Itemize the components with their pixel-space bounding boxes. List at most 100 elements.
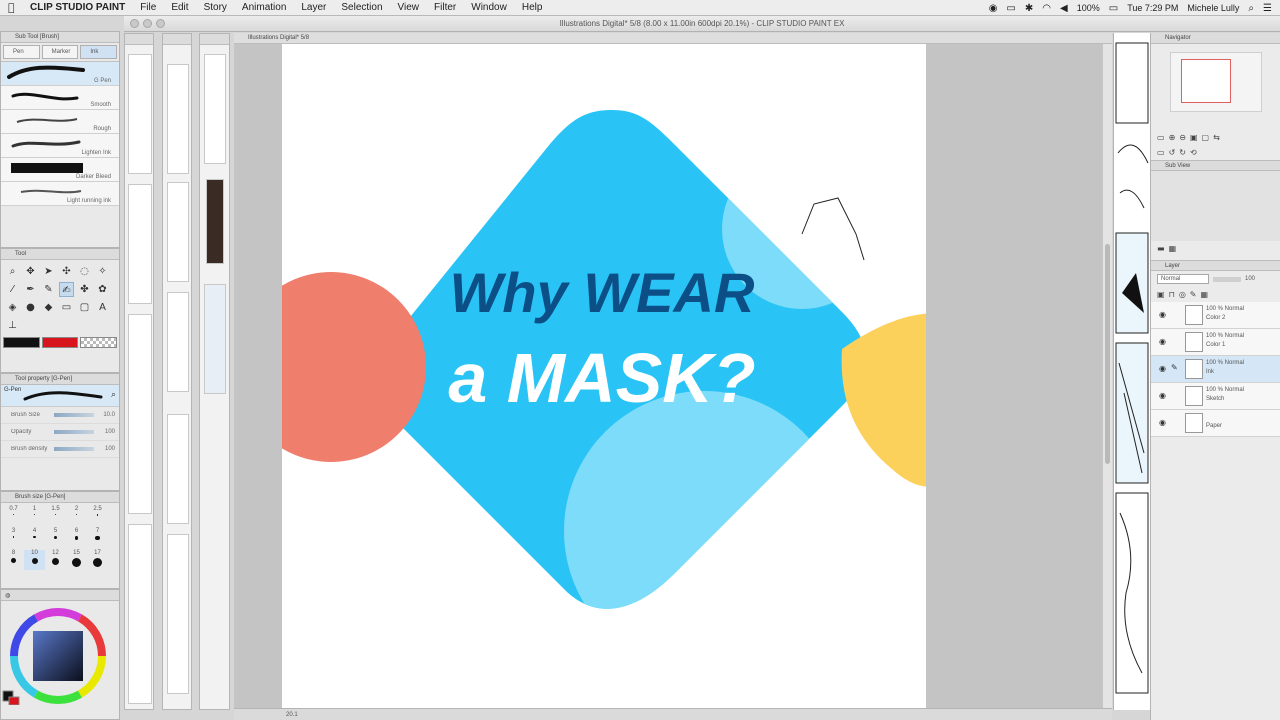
subtool-tab-ink[interactable]: Ink <box>80 45 118 59</box>
menu-animation[interactable]: Animation <box>242 2 286 13</box>
main-color-swatch[interactable] <box>3 337 40 348</box>
rotate-left-icon[interactable]: ↺ <box>1169 148 1176 157</box>
subtool-tab-marker[interactable]: Marker <box>41 45 79 59</box>
brush-item-darker-bleed[interactable]: Darker Bleed <box>1 158 119 182</box>
clock[interactable]: Tue 7:29 PM <box>1127 3 1178 13</box>
operation-tool-icon[interactable]: ➤ <box>41 264 56 279</box>
layer-row-paper[interactable]: ◉ Paper <box>1151 410 1280 437</box>
search-icon[interactable]: ⌕ <box>111 390 116 400</box>
lock-icon[interactable]: ▣ <box>1157 290 1165 299</box>
menu-layer[interactable]: Layer <box>301 2 326 13</box>
slider-track[interactable] <box>54 413 94 417</box>
close-window-button[interactable] <box>130 19 139 28</box>
brush-tool-icon[interactable]: ✍ <box>59 282 74 297</box>
navigator-preview[interactable] <box>1169 52 1262 112</box>
layer-row-color-2[interactable]: ◉ 100 % Normal Color 2 <box>1151 302 1280 329</box>
brush-item-rough[interactable]: Rough <box>1 110 119 134</box>
page-thumbnail[interactable] <box>128 54 152 174</box>
color-wheel-icon[interactable]: ◍ <box>5 592 10 599</box>
opacity-value[interactable]: 100 <box>1245 276 1255 282</box>
subtool-tab-pen[interactable]: Pen <box>3 45 40 59</box>
brush-size-cell[interactable]: 1 <box>24 506 45 526</box>
canvas-tab[interactable]: Illustrations Digital* 5/8 <box>234 33 1112 44</box>
page-thumbnail[interactable] <box>204 54 226 164</box>
layer-row-ink[interactable]: ◉ ✎ 100 % Normal Ink <box>1151 356 1280 383</box>
apple-icon[interactable]:  <box>8 1 20 14</box>
page-thumbnail[interactable] <box>206 179 224 264</box>
figure-icon[interactable]: ▢ <box>77 300 92 315</box>
brush-item-g-pen[interactable]: G Pen <box>1 62 119 86</box>
minimize-window-button[interactable] <box>143 19 152 28</box>
ruler-icon[interactable]: ⊥ <box>5 318 20 333</box>
artboard[interactable]: Why WEAR a MASK? <box>282 44 926 710</box>
zoom-slider-icon[interactable]: ▭ <box>1157 133 1165 142</box>
lasso-tool-icon[interactable]: ◌ <box>77 264 92 279</box>
brush-item-smooth[interactable]: Smooth <box>1 86 119 110</box>
brush-size-cell[interactable]: 7 <box>87 528 108 548</box>
layer-row-color-1[interactable]: ◉ 100 % Normal Color 1 <box>1151 329 1280 356</box>
clip-icon[interactable]: ⊓ <box>1169 290 1175 299</box>
battery-percent[interactable]: 100% <box>1077 3 1100 13</box>
flip-icon[interactable]: ⇆ <box>1213 133 1220 142</box>
page-thumbnail[interactable] <box>204 284 226 394</box>
menu-edit[interactable]: Edit <box>171 2 188 13</box>
brush-size-cell[interactable]: 5 <box>45 528 66 548</box>
brush-size-cell[interactable]: 10 <box>24 550 45 570</box>
brush-density-slider[interactable]: Brush density 100 <box>1 441 119 458</box>
airbrush-icon[interactable]: ✤ <box>77 282 92 297</box>
brush-size-cell[interactable]: 1.5 <box>45 506 66 526</box>
brush-item-lighten-ink[interactable]: Lighten Ink <box>1 134 119 158</box>
page-thumbnail[interactable] <box>167 534 189 694</box>
app-menu[interactable]: CLIP STUDIO PAINT <box>30 2 125 13</box>
zoom-readout[interactable]: 20.1 <box>286 712 298 718</box>
page-thumbnail[interactable] <box>167 292 189 392</box>
decoration-icon[interactable]: ✿ <box>95 282 110 297</box>
menu-help[interactable]: Help <box>522 2 543 13</box>
brush-size-cell[interactable]: 8 <box>3 550 24 570</box>
slider-value[interactable]: 100 <box>97 429 115 435</box>
zoom-out-icon[interactable]: ⊖ <box>1179 133 1186 142</box>
text-tool-icon[interactable]: A <box>95 300 110 315</box>
pencil-tool-icon[interactable]: ✎ <box>41 282 56 297</box>
layer-row-sketch[interactable]: ◉ 100 % Normal Sketch <box>1151 383 1280 410</box>
sub-view-page[interactable] <box>1113 33 1150 710</box>
brush-size-cell[interactable]: 15 <box>66 550 87 570</box>
blend-mode-select[interactable]: Normal <box>1157 274 1209 284</box>
slider-value[interactable]: 10.0 <box>97 412 115 418</box>
visibility-eye-icon[interactable]: ◉ <box>1159 310 1166 319</box>
move-tool-icon[interactable]: ✥ <box>23 264 38 279</box>
bluetooth-icon[interactable]: ✱ <box>1025 3 1033 14</box>
wifi-icon[interactable]: ◠ <box>1042 3 1051 14</box>
fit-icon[interactable]: ▣ <box>1190 133 1198 142</box>
slider-value[interactable]: 100 <box>97 446 115 452</box>
page-thumbnail[interactable] <box>167 414 189 524</box>
menu-filter[interactable]: Filter <box>434 2 456 13</box>
transparent-swatch[interactable] <box>80 337 118 348</box>
opacity-slider[interactable] <box>1213 276 1241 282</box>
brush-size-cell[interactable]: 3 <box>3 528 24 548</box>
volume-icon[interactable]: ◀ <box>1060 3 1068 14</box>
brush-size-cell[interactable]: 0.7 <box>3 506 24 526</box>
subview-tab[interactable]: Sub View <box>1151 160 1280 171</box>
zoom-window-button[interactable] <box>156 19 165 28</box>
eraser-icon[interactable]: ◈ <box>5 300 20 315</box>
color-wheel[interactable] <box>1 601 119 706</box>
page-thumbnail[interactable] <box>167 64 189 174</box>
mask-icon[interactable]: ▦ <box>1201 290 1209 299</box>
brush-size-cell[interactable]: 2.5 <box>87 506 108 526</box>
navigator-viewport[interactable] <box>1180 59 1231 103</box>
record-icon[interactable]: ◉ <box>989 3 998 14</box>
zoom-tool-icon[interactable]: ⌕ <box>5 264 20 279</box>
zoom-in-icon[interactable]: ⊕ <box>1169 133 1176 142</box>
sub-color-swatch[interactable] <box>41 337 79 348</box>
brush-size-cell[interactable]: 12 <box>45 550 66 570</box>
menu-story[interactable]: Story <box>204 2 227 13</box>
brush-size-slider[interactable]: Brush Size 10.0 <box>1 407 119 424</box>
brush-size-cell[interactable]: 6 <box>66 528 87 548</box>
display-icon[interactable]: ▭ <box>1006 3 1015 14</box>
brush-size-cell[interactable]: 4 <box>24 528 45 548</box>
slider-track[interactable] <box>54 447 94 451</box>
brush-size-cell[interactable]: 17 <box>87 550 108 570</box>
canvas-vertical-scrollbar[interactable] <box>1102 44 1112 708</box>
brush-item-light-running-ink[interactable]: Light running ink <box>1 182 119 206</box>
